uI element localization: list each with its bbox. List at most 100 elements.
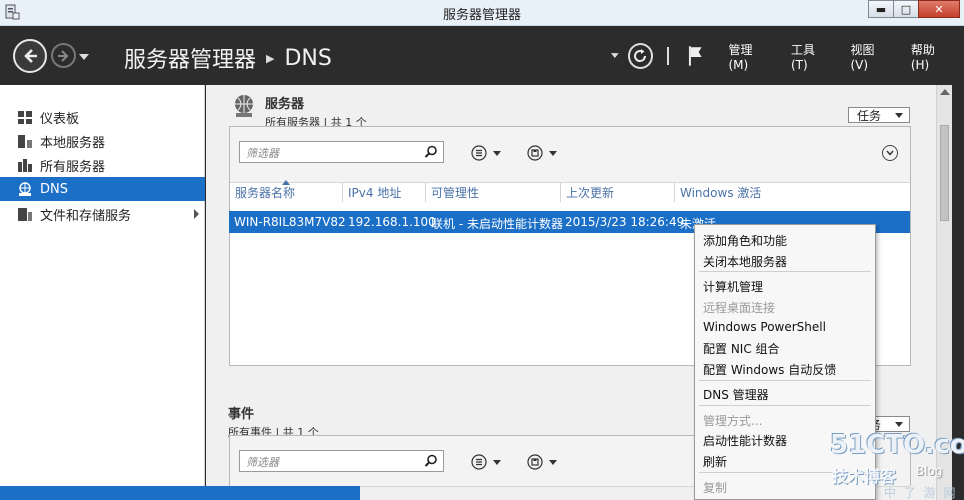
list-options-icon <box>471 145 487 161</box>
sidebar-item-all-servers[interactable]: 所有服务器 <box>0 153 205 177</box>
history-dropdown[interactable] <box>79 50 89 64</box>
refresh-button[interactable] <box>627 43 654 69</box>
sidebar-item-label: DNS <box>40 181 68 197</box>
window-titlebar: 服务器管理器 ▬ □ ✕ <box>0 0 964 26</box>
menu-item-shutdown-local-server[interactable]: 关闭本地服务器 <box>703 253 787 270</box>
window-controls: ▬ □ ✕ <box>868 0 960 20</box>
menu-item-dns-manager[interactable]: DNS 管理器 <box>703 386 769 403</box>
app-header: 服务器管理器 ▶ DNS 管理(M) 工具(T) 视图(V) 帮助(H) <box>0 26 952 85</box>
chevron-down-icon <box>493 150 501 156</box>
watermark-line3: Blog <box>916 464 943 478</box>
watermark-logo: 51CTO.com 技术博客 Blog 中 了 游 网 <box>824 426 964 500</box>
breadcrumb-root[interactable]: 服务器管理器 <box>124 42 256 74</box>
column-header-windows-activation[interactable]: Windows 激活 <box>676 182 764 202</box>
watermark-line1: 51CTO.com <box>830 430 964 460</box>
save-query-icon <box>527 145 543 161</box>
sidebar: 仪表板 本地服务器 所有服务器 DNS 文件和存储服务 <box>0 85 205 500</box>
file-storage-icon <box>16 206 33 223</box>
chevron-down-icon <box>493 459 501 465</box>
sidebar-item-local-server[interactable]: 本地服务器 <box>0 129 205 153</box>
menu-item-refresh[interactable]: 刷新 <box>703 453 727 470</box>
chevron-down-icon <box>79 54 89 60</box>
servers-list-options-button[interactable] <box>471 145 505 161</box>
refresh-dropdown-icon[interactable] <box>610 52 620 60</box>
events-title: 事件 <box>228 407 255 422</box>
events-save-query-button[interactable] <box>527 454 561 470</box>
servers-globe-icon <box>235 95 253 117</box>
sort-ascending-icon <box>282 180 290 185</box>
notifications-flag-icon[interactable] <box>687 45 704 67</box>
sidebar-item-dashboard[interactable]: 仪表板 <box>0 105 205 129</box>
sidebar-item-label: 本地服务器 <box>40 135 106 151</box>
scroll-up-icon[interactable] <box>940 89 950 95</box>
breadcrumb: 服务器管理器 ▶ DNS <box>124 42 332 74</box>
servers-save-query-button[interactable] <box>527 145 561 161</box>
servers-filter-bar: 筛选器 <box>230 127 910 183</box>
menu-item-copy: 复制 <box>703 481 728 495</box>
all-servers-icon <box>16 157 33 174</box>
toolbar-divider <box>667 47 669 65</box>
menu-item-computer-management[interactable]: 计算机管理 <box>703 278 763 295</box>
save-query-icon <box>527 454 543 470</box>
search-icon <box>424 145 437 158</box>
header-toolbar: 管理(M) 工具(T) 视图(V) 帮助(H) <box>610 40 952 72</box>
sidebar-item-file-storage[interactable]: 文件和存储服务 <box>0 202 205 226</box>
menu-view[interactable]: 视图(V) <box>850 41 890 72</box>
local-server-icon <box>16 133 33 150</box>
cell-server-name: WIN-R8IL83M7V82 <box>234 215 346 229</box>
cell-last-update: 2015/3/23 18:26:49 <box>565 215 685 229</box>
breadcrumb-current: DNS <box>284 45 332 71</box>
menu-separator <box>699 271 871 272</box>
forward-button[interactable] <box>51 43 76 68</box>
events-filter-input[interactable]: 筛选器 <box>239 450 444 472</box>
expand-arrow-icon[interactable] <box>194 209 199 219</box>
menu-help[interactable]: 帮助(H) <box>911 41 952 72</box>
menu-item-start-perf-counters[interactable]: 启动性能计数器 <box>703 432 787 449</box>
menu-separator <box>699 380 871 381</box>
maximize-button[interactable]: □ <box>893 0 919 18</box>
bottom-status-strip <box>0 486 360 500</box>
menu-tools[interactable]: 工具(T) <box>791 41 831 72</box>
close-button[interactable]: ✕ <box>918 0 960 18</box>
menu-item-powershell[interactable]: Windows PowerShell <box>703 320 826 334</box>
servers-title: 服务器 <box>265 97 305 112</box>
sidebar-item-label: 文件和存储服务 <box>40 208 132 224</box>
menu-item-manage-as: 管理方式... <box>703 414 763 428</box>
arrow-left-icon <box>24 49 37 63</box>
column-header-manageability[interactable]: 可管理性 <box>427 182 561 202</box>
menu-item-nic-teaming[interactable]: 配置 NIC 组合 <box>703 340 780 357</box>
servers-collapse-button[interactable] <box>882 145 898 161</box>
sidebar-item-dns[interactable]: DNS <box>0 177 205 201</box>
chevron-down-icon <box>895 113 903 118</box>
column-header-ipv4[interactable]: IPv4 地址 <box>344 182 426 202</box>
watermark-line4: 中 了 游 网 <box>884 486 958 500</box>
events-list-options-button[interactable] <box>471 454 505 470</box>
menu-item-windows-feedback[interactable]: 配置 Windows 自动反馈 <box>703 361 836 378</box>
dns-icon <box>16 181 33 198</box>
minimize-button[interactable]: ▬ <box>868 0 894 18</box>
sidebar-item-label: 仪表板 <box>40 111 80 127</box>
breadcrumb-separator-icon: ▶ <box>266 51 275 65</box>
cell-ipv4: 192.168.1.100 <box>348 215 436 229</box>
window-title: 服务器管理器 <box>442 8 521 23</box>
chevron-down-icon <box>549 150 557 156</box>
menu-manage[interactable]: 管理(M) <box>728 41 770 72</box>
menu-item-add-roles[interactable]: 添加角色和功能 <box>703 232 787 249</box>
cell-manageability: 联机 - 未启动性能计数器 <box>431 217 563 231</box>
scroll-thumb[interactable] <box>940 125 949 221</box>
dashboard-icon <box>16 109 33 126</box>
menu-separator <box>699 405 871 406</box>
chevron-down-icon <box>549 459 557 465</box>
servers-filter-input[interactable]: 筛选器 <box>239 141 444 163</box>
column-header-last-update[interactable]: 上次更新 <box>562 182 675 202</box>
filter-placeholder: 筛选器 <box>246 147 279 160</box>
servers-tasks-button[interactable]: 任务 <box>848 107 910 123</box>
back-button[interactable] <box>13 39 47 73</box>
column-header-server-name[interactable]: 服务器名称 <box>231 182 343 202</box>
list-options-icon <box>471 454 487 470</box>
menu-item-remote-desktop: 远程桌面连接 <box>703 301 776 315</box>
refresh-icon <box>634 49 647 62</box>
search-icon <box>424 454 437 467</box>
arrow-right-icon <box>57 49 68 62</box>
chevron-down-icon <box>886 150 894 156</box>
